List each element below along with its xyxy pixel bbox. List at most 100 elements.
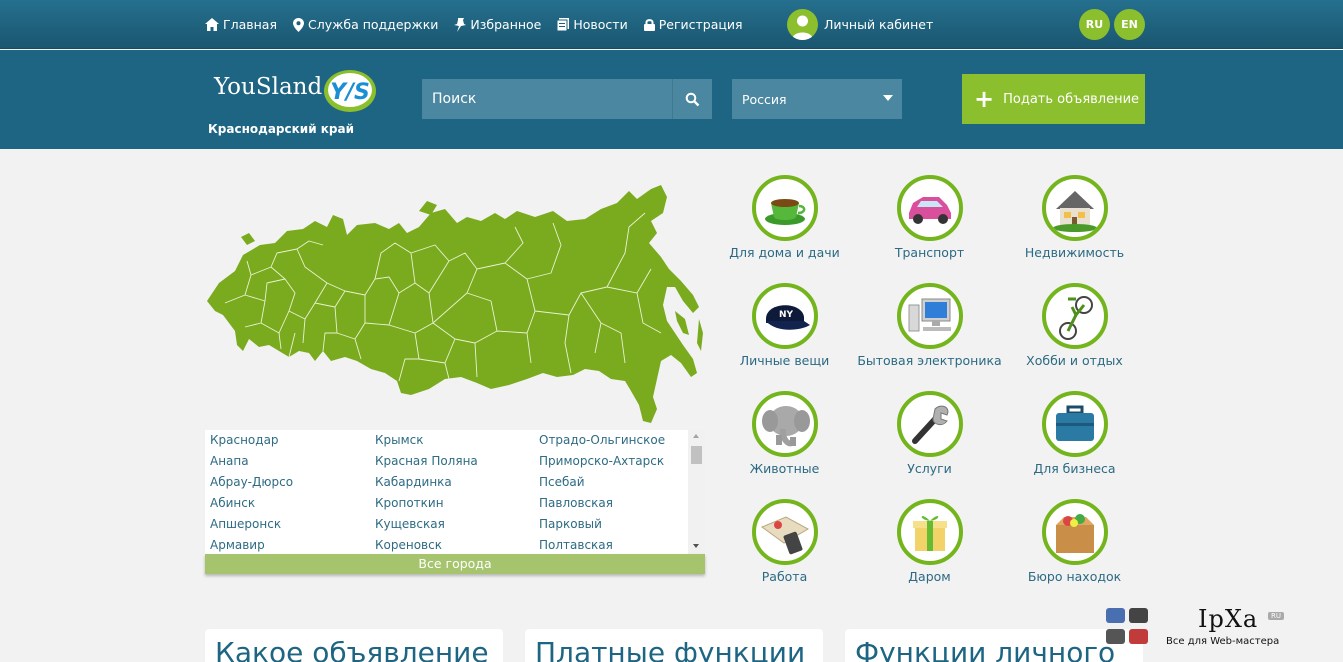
car-icon — [896, 175, 963, 241]
category-lost-found[interactable]: Бюро находок — [1002, 499, 1147, 584]
nav-support-label: Служба поддержки — [308, 17, 439, 32]
city-link[interactable]: Псебай — [539, 472, 665, 493]
info-card-which-ad[interactable]: Какое объявление — [205, 629, 503, 662]
category-free[interactable]: Даром — [857, 499, 1002, 584]
lang-ru-button[interactable]: RU — [1079, 9, 1110, 40]
city-link[interactable]: Армавир — [210, 535, 293, 554]
info-card-paid-functions[interactable]: Платные функции — [525, 629, 823, 662]
box-icon — [1041, 499, 1108, 565]
category-business[interactable]: Для бизнеса — [1002, 391, 1147, 476]
city-link[interactable]: Отрадо-Ольгинское — [539, 430, 665, 451]
category-label: Недвижимость — [1024, 245, 1125, 260]
category-work[interactable]: Работа — [712, 499, 857, 584]
all-cities-button[interactable]: Все города — [205, 554, 705, 574]
city-link[interactable]: Крымск — [375, 430, 478, 451]
category-label: Для дома и дачи — [729, 245, 840, 260]
nav-news-label: Новости — [573, 17, 628, 32]
nav-support[interactable]: Служба поддержки — [293, 17, 438, 32]
city-link[interactable]: Краснодар — [210, 430, 293, 451]
info-card-cabinet-functions[interactable]: Функции личного — [845, 629, 1143, 662]
search-input[interactable] — [422, 79, 672, 119]
post-ad-label: Подать объявление — [1003, 91, 1140, 107]
chevron-down-icon — [883, 95, 893, 101]
plus-icon: + — [974, 85, 995, 113]
city-column-3: Отрадо-Ольгинское Приморско-Ахтарск Псеб… — [539, 430, 665, 554]
city-link[interactable]: Павловская — [539, 493, 665, 514]
category-personal-items[interactable]: NY Личные вещи — [712, 283, 857, 368]
search-icon — [685, 92, 700, 106]
watermark-square — [1129, 629, 1148, 644]
nav-favorites[interactable]: Избранное — [454, 17, 541, 32]
info-card-title: Платные функции — [535, 636, 806, 662]
city-list-scrollbar[interactable] — [688, 430, 705, 554]
nav-register[interactable]: Регистрация — [643, 17, 743, 32]
category-label: Транспорт — [894, 245, 965, 260]
category-services[interactable]: Услуги — [857, 391, 1002, 476]
personal-cabinet-link[interactable]: Личный кабинет — [787, 9, 933, 40]
elephant-icon — [751, 391, 818, 457]
watermark-subtitle: Все для Web-мастера — [1166, 636, 1280, 647]
city-link[interactable]: Кореновск — [375, 535, 478, 554]
location-pin-icon — [293, 17, 304, 32]
watermark: IpXa RU Все для Web-мастера — [1100, 600, 1300, 655]
city-link[interactable]: Кабардинка — [375, 472, 478, 493]
city-link[interactable]: Абрау-Дюрсо — [210, 472, 293, 493]
watermark-square — [1106, 629, 1125, 644]
category-transport[interactable]: Транспорт — [857, 175, 1002, 260]
city-link[interactable]: Красная Поляна — [375, 451, 478, 472]
city-link[interactable]: Парковый — [539, 514, 665, 535]
house-icon — [1041, 175, 1108, 241]
logo-badge-text: Y/S — [330, 80, 370, 105]
top-nav: Главная Служба поддержки Избранное Новос… — [205, 0, 759, 49]
category-label: Бытовая электроника — [857, 353, 1002, 368]
scroll-up-icon[interactable] — [693, 434, 699, 438]
info-card-title: Какое объявление — [215, 636, 489, 662]
home-icon — [205, 18, 219, 31]
country-select[interactable]: Россия — [732, 79, 902, 119]
post-ad-button[interactable]: + Подать объявление — [962, 74, 1145, 124]
city-link[interactable]: Анапа — [210, 451, 293, 472]
scroll-down-icon[interactable] — [693, 544, 699, 548]
svg-text:NY: NY — [778, 310, 793, 320]
city-link[interactable]: Абинск — [210, 493, 293, 514]
city-link[interactable]: Полтавская — [539, 535, 665, 554]
category-animals[interactable]: Животные — [712, 391, 857, 476]
header: YouSland Y/S Краснодарский край Россия +… — [0, 50, 1343, 149]
pushpin-icon — [454, 17, 467, 32]
nav-news[interactable]: Новости — [557, 17, 628, 32]
category-real-estate[interactable]: Недвижимость — [1002, 175, 1147, 260]
city-link[interactable]: Приморско-Ахтарск — [539, 451, 665, 472]
country-select-value: Россия — [742, 91, 787, 107]
teacup-icon — [751, 175, 818, 241]
city-link[interactable]: Кропоткин — [375, 493, 478, 514]
nav-home[interactable]: Главная — [205, 17, 277, 32]
russia-map[interactable] — [205, 183, 705, 428]
lock-icon — [643, 19, 655, 31]
category-label: Животные — [749, 461, 820, 476]
wrench-icon — [896, 391, 963, 457]
category-label: Бюро находок — [1027, 569, 1122, 584]
user-avatar-icon — [787, 9, 818, 40]
site-logo[interactable]: YouSland Y/S — [210, 68, 380, 120]
city-link[interactable]: Апшеронск — [210, 514, 293, 535]
category-label: Хобби и отдых — [1026, 353, 1123, 368]
category-hobby[interactable]: Хобби и отдых — [1002, 283, 1147, 368]
computer-icon — [896, 283, 963, 349]
briefcase-icon — [1041, 391, 1108, 457]
city-link[interactable]: Кущевская — [375, 514, 478, 535]
lang-en-button[interactable]: EN — [1114, 9, 1145, 40]
watermark-square — [1129, 608, 1148, 623]
scroll-thumb[interactable] — [691, 446, 702, 464]
info-card-title: Функции личного — [855, 636, 1116, 662]
logo-text: YouSland — [214, 74, 323, 100]
watermark-logo: IpXa — [1198, 605, 1259, 633]
city-list[interactable]: Краснодар Анапа Абрау-Дюрсо Абинск Апшер… — [205, 430, 705, 554]
search-button[interactable] — [672, 79, 712, 119]
bicycle-icon — [1041, 283, 1108, 349]
search-box — [422, 79, 712, 119]
category-electronics[interactable]: Бытовая электроника — [857, 283, 1002, 368]
category-label: Даром — [908, 569, 951, 584]
map-phone-icon — [751, 499, 818, 565]
category-label: Личные вещи — [739, 353, 830, 368]
category-home-garden[interactable]: Для дома и дачи — [712, 175, 857, 260]
